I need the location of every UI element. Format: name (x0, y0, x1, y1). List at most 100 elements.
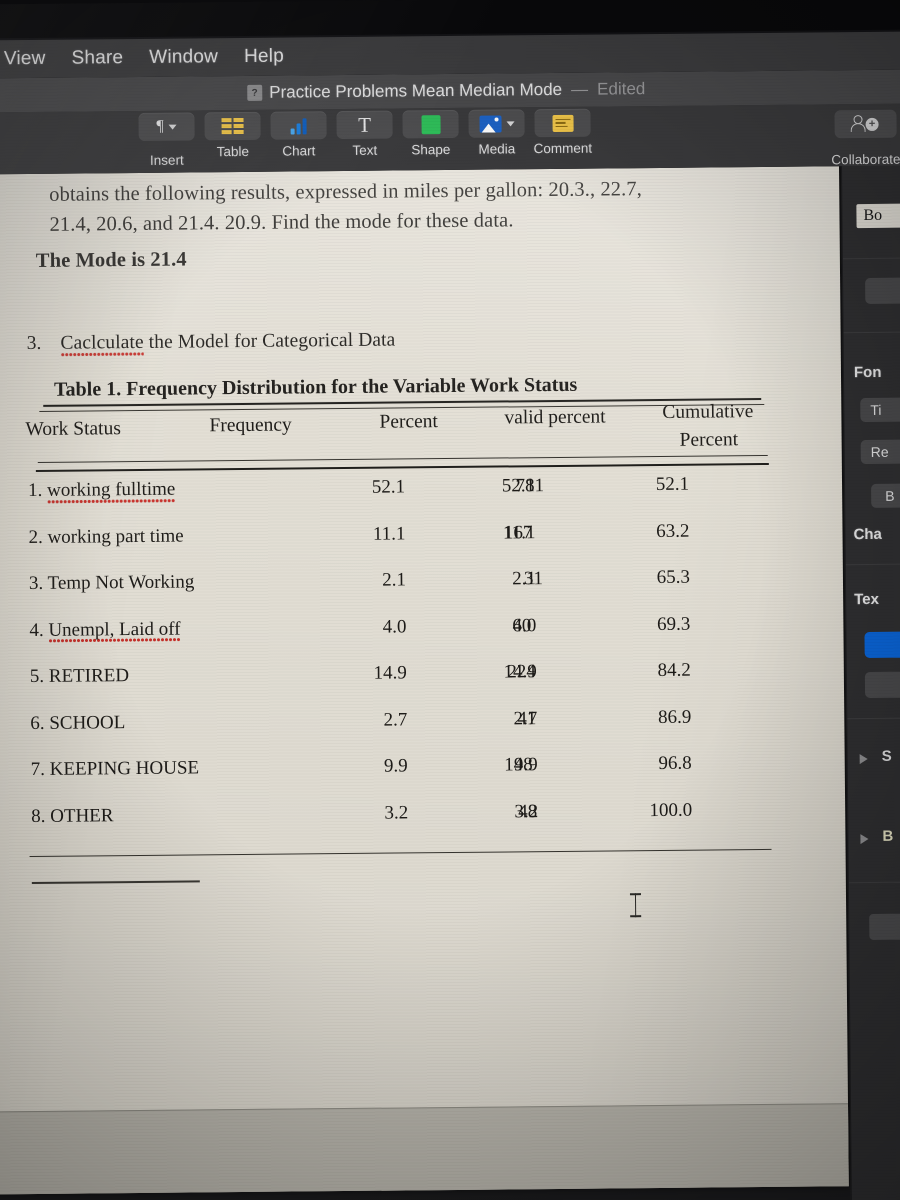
table-row-index: 8. (31, 805, 51, 827)
toolbar-chart-label: Chart (282, 143, 316, 159)
table-cell-percent: 4.0 (382, 615, 407, 638)
inspector-bottom-swatch[interactable] (869, 913, 900, 940)
table-rule-bottom (29, 848, 772, 858)
inspector-text-label: Tex (854, 590, 879, 609)
toolbar-insert-label: Insert (149, 152, 184, 168)
pages-toolbar: ¶ Insert Table Chart T Text Shape Media … (0, 103, 900, 175)
inspector-divider-4 (847, 717, 900, 720)
document-canvas[interactable]: obtains the following results, expressed… (0, 166, 851, 1200)
toolbar-insert-button[interactable]: ¶ Insert (138, 112, 195, 168)
document-page[interactable]: obtains the following results, expressed… (0, 166, 849, 1195)
table-row[interactable]: 2. working part time (28, 525, 183, 548)
document-title[interactable]: Practice Problems Mean Median Mode (269, 80, 562, 103)
inspector-spacing-label: S (881, 747, 892, 765)
laptop-screen: View Share Window Help ? Practice Proble… (0, 0, 900, 1200)
table-cell-valid-percent: 2.1 (512, 568, 537, 590)
comment-icon (551, 114, 574, 132)
inspector-format-tab[interactable]: Bo (856, 203, 900, 229)
text-cursor-ibeam (630, 893, 641, 918)
table-row[interactable]: 5. RETIRED (30, 665, 129, 688)
table-row-label: KEEPING HOUSE (49, 757, 200, 780)
table-row-label: RETIRED (48, 665, 130, 687)
table-header-cumulative-percent: Percent (679, 429, 739, 451)
toolbar-shape-button[interactable]: Shape (402, 109, 459, 158)
inspector-style-swatch[interactable] (865, 277, 900, 305)
inspector-font-weight-select[interactable]: Re (860, 439, 900, 465)
inspector-bold-button[interactable]: B (871, 483, 900, 508)
document-body[interactable]: obtains the following results, expressed… (0, 166, 849, 1194)
table-row-index: 7. (30, 758, 50, 781)
table-cell-cumulative-percent: 65.3 (656, 566, 691, 589)
edited-dash: — (571, 79, 589, 99)
menu-item-help[interactable]: Help (244, 46, 284, 68)
question-3-heading[interactable]: 3. Caclculate the Model for Categorical … (27, 326, 396, 360)
toolbar-media-button[interactable]: Media (468, 109, 525, 157)
toolbar-shape-label: Shape (411, 141, 451, 158)
inspector-alignment-option[interactable] (864, 671, 900, 699)
table-row[interactable]: 1. working fulltime (27, 478, 176, 504)
inspector-divider-5 (848, 881, 900, 884)
table-row[interactable]: 3. Temp Not Working (29, 571, 195, 595)
inspector-alignment-selected[interactable] (864, 631, 900, 659)
question-3-number: 3. (26, 332, 42, 355)
table-row-index: 3. (28, 572, 48, 595)
table-header-cumulative: Cumulative (662, 401, 754, 423)
inspector-font-family-select[interactable]: Ti (860, 397, 900, 423)
mode-answer[interactable]: The Mode is 21.4 (36, 245, 187, 276)
table-header-percent: Percent (379, 411, 439, 433)
table-cell-percent: 9.9 (383, 755, 408, 777)
table-cell-valid-percent: 52.1 (501, 475, 536, 497)
paragraph-obtains[interactable]: obtains the following results, expressed… (49, 173, 790, 240)
menu-item-view[interactable]: View (4, 48, 46, 70)
table-caption[interactable]: Table 1. Frequency Distribution for the … (54, 374, 577, 402)
inspector-bullets-label: B (882, 827, 894, 845)
document-icon: ? (247, 84, 263, 101)
table-row[interactable]: 4. Unempl, Laid off (29, 618, 181, 644)
table-cell-cumulative-percent: 100.0 (649, 799, 693, 821)
table-cell-percent: 14.9 (373, 662, 407, 684)
question-3-rest: the Model for Categorical Data (143, 329, 396, 353)
paragraph-obtains-line2: 21.4, 20.6, and 21.4. 20.9. Find the mod… (49, 209, 514, 236)
table-icon (221, 117, 244, 135)
table-row-label: working part time (47, 525, 184, 548)
table-cell-cumulative-percent: 52.1 (655, 473, 690, 496)
toolbar-text-button[interactable]: T Text (336, 110, 393, 159)
table-cell-valid-percent: 3.2 (514, 800, 539, 822)
table-row-label: OTHER (50, 804, 114, 827)
table-cell-percent: 2.7 (383, 708, 408, 731)
menu-item-share[interactable]: Share (71, 47, 123, 69)
table-row-index: 1. (27, 479, 48, 502)
question-3-misspelled-word: Caclculate (60, 331, 144, 357)
table-row-label: Temp Not Working (47, 571, 195, 594)
paragraph-icon: ¶ (156, 117, 164, 135)
chevron-down-icon (168, 124, 177, 130)
edited-status: Edited (597, 79, 646, 99)
disclosure-triangle-icon[interactable] (859, 754, 868, 765)
inspector-divider-3 (845, 563, 900, 566)
shape-icon (420, 114, 441, 134)
table-header-work-status: Work Status (25, 418, 121, 441)
table-cell-valid-percent: 2.7 (513, 707, 538, 729)
toolbar-button-group: ¶ Insert Table Chart T Text Shape Media … (138, 108, 592, 168)
menu-item-window[interactable]: Window (149, 46, 218, 69)
media-icon (478, 114, 502, 133)
toolbar-comment-button[interactable]: Comment (533, 108, 592, 156)
table-row[interactable]: 7. KEEPING HOUSE (31, 757, 200, 781)
plus-icon: + (865, 117, 879, 131)
table-cell-valid-percent: 9.9 (513, 754, 538, 776)
photo-of-laptop-screen: View Share Window Help ? Practice Proble… (0, 0, 900, 1200)
format-inspector-panel[interactable]: Bo Fon Ti Re B Cha Tex S B (840, 165, 900, 1200)
table-cell-cumulative-percent: 69.3 (657, 613, 691, 635)
table-row[interactable]: 8. OTHER (31, 805, 114, 828)
table-row[interactable]: 6. SCHOOL (30, 712, 125, 735)
table-cell-valid-percent: 11.1 (502, 521, 536, 543)
toolbar-collaborate-button[interactable]: + Collaborate (822, 109, 900, 168)
table-cell-percent: 2.1 (382, 569, 407, 591)
table-row-label: Unempl, Laid off (48, 618, 181, 644)
disclosure-triangle-icon-2[interactable] (860, 833, 869, 845)
toolbar-chart-button[interactable]: Chart (270, 111, 327, 159)
toolbar-table-button[interactable]: Table (204, 111, 261, 160)
table-cell-cumulative-percent: 84.2 (657, 659, 691, 682)
table-rule-header-bottom (37, 454, 768, 464)
collaborate-icon: + (850, 115, 880, 133)
